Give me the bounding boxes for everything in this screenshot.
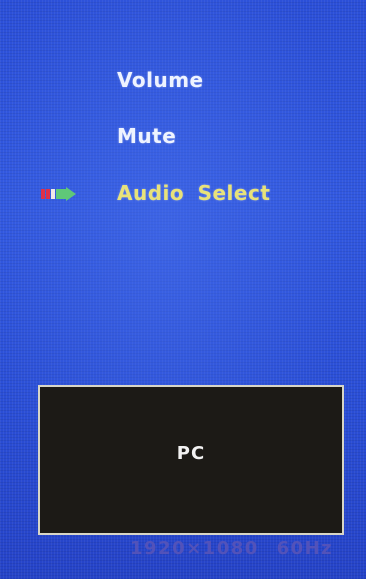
resolution-value: 1920×1080 bbox=[130, 538, 259, 559]
menu-item-mute[interactable]: Mute bbox=[117, 124, 176, 148]
pointer-arrow-icon bbox=[41, 187, 76, 201]
source-preview-box: PC bbox=[38, 385, 344, 535]
source-label: PC bbox=[176, 443, 206, 464]
menu-item-volume[interactable]: Volume bbox=[117, 68, 204, 92]
resolution-readout: 1920×1080 60Hz bbox=[130, 538, 333, 559]
refresh-rate-value: 60Hz bbox=[276, 538, 334, 559]
menu-item-audio-select[interactable]: Audio Select bbox=[117, 181, 270, 205]
